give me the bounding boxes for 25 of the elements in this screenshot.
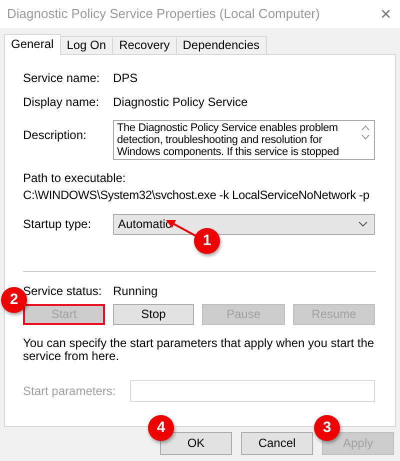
chevron-down-icon — [358, 221, 368, 228]
tab[interactable]: Log On — [60, 36, 114, 54]
status-value: Running — [113, 284, 158, 298]
field-label: Startup type: — [23, 216, 92, 232]
tab[interactable]: Dependencies — [176, 36, 266, 54]
field-label: Display name: — [23, 95, 100, 110]
description-text: The Diagnostic Policy Service enables problem detection, troubleshooting and resolution for Windows components. If this service is stopped — [117, 122, 340, 159]
window-title: Diagnostic Policy Service Properties (Local Computer) — [7, 6, 320, 22]
dialog-button[interactable]: OK — [160, 432, 232, 455]
close-button[interactable]: ✕ — [380, 6, 392, 22]
path-value: C:\WINDOWS\System32\svchost.exe -k LocalServiceNoNetwork -p — [23, 188, 370, 203]
tab[interactable]: General — [4, 34, 61, 55]
hint-text: You can specify the start parameters that apply when you start the service from here. — [23, 336, 376, 363]
scroll-up-icon[interactable] — [361, 124, 370, 131]
dialog-button[interactable]: Cancel — [241, 432, 313, 455]
field-label: Description: — [23, 128, 88, 142]
field-value: Diagnostic Policy Service — [113, 95, 248, 110]
field-label: Path to executable: — [23, 170, 127, 186]
tab[interactable]: Recovery — [112, 36, 177, 54]
startup-type-dropdown[interactable]: Automatic — [113, 214, 375, 235]
scroll-down-icon[interactable] — [361, 134, 370, 140]
field-label: Start parameters: — [23, 384, 117, 398]
service-button[interactable]: Stop — [113, 304, 194, 325]
field-value: DPS — [113, 71, 138, 86]
field-label: Service name: — [23, 71, 101, 86]
